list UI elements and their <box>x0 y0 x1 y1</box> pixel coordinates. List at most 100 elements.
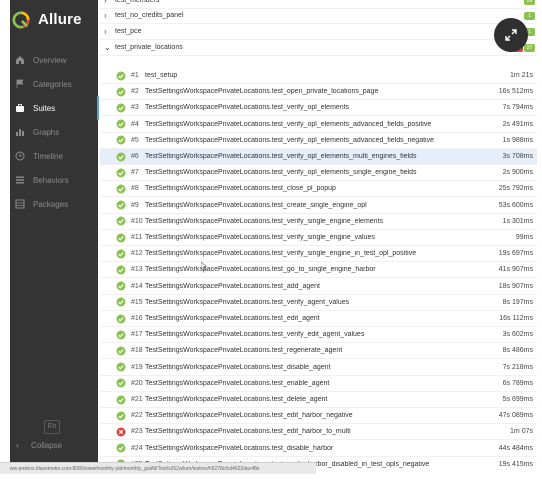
sidebar-item-label: Graphs <box>33 127 60 137</box>
test-number: #13 <box>131 266 143 274</box>
status-badges: 1 <box>524 11 535 20</box>
passed-status-icon <box>116 395 126 404</box>
test-name: TestSettingsWorkspacePrivateLocations.te… <box>145 153 417 160</box>
passed-status-icon <box>116 119 126 129</box>
test-case-row[interactable]: #22 TestSettingsWorkspacePrivateLocations… <box>100 408 537 425</box>
suite-group-row[interactable]: › test_no_credits_panel 1 <box>100 8 537 24</box>
test-duration: 19s 697ms <box>498 250 533 258</box>
status-bar-url: ww-jenkins.blazemeter.com:8080/view/mont… <box>0 462 316 474</box>
sidebar-item-graphs[interactable]: Graphs <box>10 120 98 144</box>
brand-name: Allure <box>38 11 82 28</box>
test-number: #4 <box>131 120 139 128</box>
passed-status-icon <box>116 233 126 242</box>
test-case-row[interactable]: #1 test_setup 1m 21s <box>100 68 537 84</box>
test-case-row[interactable]: #18 TestSettingsWorkspacePrivateLocations… <box>100 343 537 360</box>
test-case-row[interactable]: #16 TestSettingsWorkspacePrivateLocations… <box>100 311 537 327</box>
test-duration: 1s 301ms <box>502 217 533 225</box>
test-number: #10 <box>131 217 143 225</box>
language-switch[interactable]: En <box>44 420 60 434</box>
active-indicator <box>97 96 99 120</box>
test-name: TestSettingsWorkspacePrivateLocations.te… <box>145 217 384 225</box>
test-duration: 16s 112ms <box>499 315 533 322</box>
test-duration: 2s 900ms <box>502 169 533 177</box>
test-case-row[interactable]: #12 TestSettingsWorkspacePrivateLocations… <box>100 246 537 263</box>
test-number: #16 <box>131 315 143 322</box>
test-case-row[interactable]: #15 TestSettingsWorkspacePrivateLocations… <box>100 295 537 311</box>
sidebar-item-suites[interactable]: Suites <box>10 96 99 120</box>
clock-icon <box>15 151 25 161</box>
chevron-right-icon: › <box>104 0 107 5</box>
test-case-row[interactable]: #2 TestSettingsWorkspacePrivateLocations.… <box>100 84 537 101</box>
test-name: TestSettingsWorkspacePrivateLocations.te… <box>145 298 350 306</box>
passed-status-icon <box>116 265 126 275</box>
test-number: #19 <box>131 363 143 371</box>
test-case-row[interactable]: #20 TestSettingsWorkspacePrivateLocations… <box>100 376 537 392</box>
test-case-row[interactable]: #11 TestSettingsWorkspacePrivateLocations… <box>100 230 537 246</box>
passed-count-badge: 1 <box>524 11 535 20</box>
test-duration: 19s 415ms <box>498 460 533 468</box>
bar-chart-icon <box>16 129 24 136</box>
test-case-row[interactable]: #13 TestSettingsWorkspacePrivateLocations… <box>100 262 537 279</box>
home-icon <box>16 56 24 64</box>
test-case-row[interactable]: #14 TestSettingsWorkspacePrivateLocations… <box>100 279 537 295</box>
passed-status-icon <box>116 346 126 356</box>
status-badges: 26 <box>524 0 535 5</box>
passed-status-icon <box>116 103 126 113</box>
sidebar-item-behaviors[interactable]: Behaviors <box>10 168 98 192</box>
expand-button[interactable] <box>494 18 528 52</box>
sidebar-item-label: Overview <box>33 55 67 65</box>
test-name: TestSettingsWorkspacePrivateLocations.te… <box>145 396 328 403</box>
test-number: #22 <box>131 412 143 420</box>
test-case-row[interactable]: #3 TestSettingsWorkspacePrivateLocations.… <box>100 100 537 117</box>
test-name: TestSettingsWorkspacePrivateLocations.te… <box>145 347 343 355</box>
sidebar-item-timeline[interactable]: Timeline <box>10 144 98 168</box>
test-case-row[interactable]: #23 TestSettingsWorkspacePrivateLocations… <box>100 424 537 441</box>
collapse-label: Collapse <box>31 440 63 450</box>
passed-status-icon <box>116 87 126 97</box>
passed-status-icon <box>116 314 126 323</box>
collapse-button[interactable]: ‹ Collapse <box>16 440 62 450</box>
test-number: #14 <box>131 282 143 290</box>
test-duration: 8s 486ms <box>502 347 533 355</box>
sidebar-item-label: Categories <box>33 79 72 89</box>
test-duration: 18s 907ms <box>498 282 533 290</box>
test-name: TestSettingsWorkspacePrivateLocations.te… <box>145 412 353 420</box>
test-duration: 3s 602ms <box>502 331 533 339</box>
test-case-row[interactable]: #24 TestSettingsWorkspacePrivateLocations… <box>100 441 537 457</box>
test-case-row[interactable]: #4 TestSettingsWorkspacePrivateLocations.… <box>100 117 537 133</box>
allure-logo-icon <box>12 11 30 29</box>
test-number: #9 <box>131 201 139 209</box>
test-duration: 1m 21s <box>510 72 533 79</box>
test-case-row[interactable]: #21 TestSettingsWorkspacePrivateLocations… <box>100 392 537 408</box>
suite-group-row[interactable]: ⌄test_private_locations227 <box>100 40 537 57</box>
test-case-row[interactable]: #10 TestSettingsWorkspacePrivateLocations… <box>100 214 537 230</box>
test-case-row[interactable]: #9 TestSettingsWorkspacePrivateLocations.… <box>100 198 537 214</box>
test-case-row[interactable]: #8 TestSettingsWorkspacePrivateLocations.… <box>100 181 537 198</box>
test-case-row[interactable]: #7 TestSettingsWorkspacePrivateLocations.… <box>100 165 537 182</box>
test-case-row[interactable]: #5 TestSettingsWorkspacePrivateLocations.… <box>100 133 537 149</box>
sidebar: Allure Overview Categories Suites Graphs Tim… <box>10 0 99 470</box>
sidebar-item-overview[interactable]: Overview <box>10 48 98 72</box>
sidebar-item-label: Timeline <box>33 151 63 161</box>
test-number: #3 <box>131 104 139 112</box>
test-case-row[interactable]: #19 TestSettingsWorkspacePrivateLocations… <box>100 360 537 376</box>
passed-status-icon <box>116 281 126 291</box>
passed-status-icon <box>116 362 126 372</box>
test-duration: 53s 600ms <box>498 201 533 209</box>
passed-status-icon <box>116 71 126 80</box>
test-number: #23 <box>131 428 143 436</box>
test-number: #7 <box>131 169 139 177</box>
sidebar-item-packages[interactable]: Packages <box>10 192 98 216</box>
allure-logo[interactable]: Allure <box>10 8 98 36</box>
test-number: #1 <box>131 72 139 79</box>
sidebar-item-label: Suites <box>33 103 56 113</box>
test-case-row[interactable]: #6 TestSettingsWorkspacePrivateLocations.… <box>100 149 537 165</box>
passed-status-icon <box>116 200 126 210</box>
sidebar-item-categories[interactable]: Categories <box>10 72 98 96</box>
passed-count-badge: 26 <box>524 0 535 5</box>
suite-group-row[interactable]: › test_pce 1 <box>100 24 537 41</box>
test-duration: 8s 197ms <box>502 298 533 306</box>
test-number: #2 <box>131 88 139 96</box>
test-number: #18 <box>131 347 143 355</box>
test-case-row[interactable]: #17 TestSettingsWorkspacePrivateLocations… <box>100 327 537 344</box>
